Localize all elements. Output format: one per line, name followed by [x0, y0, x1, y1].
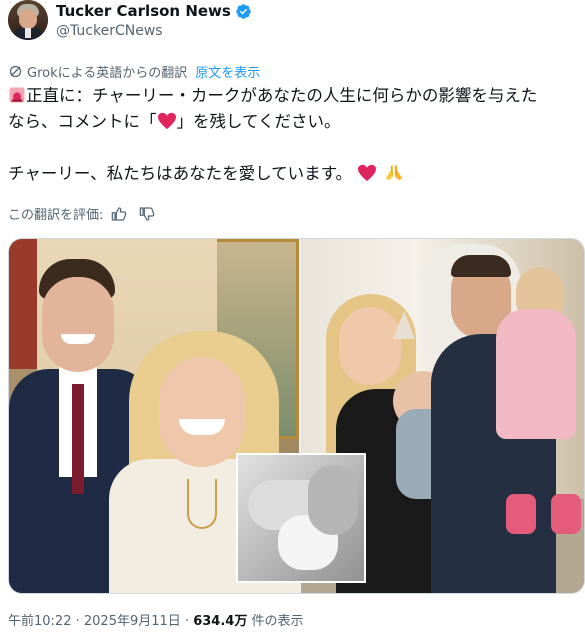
- views-count: 634.4万: [193, 614, 248, 629]
- tweet-line-1: 正直に：チャーリー・カークがあなたの人生に何らかの影響を与えた: [8, 83, 580, 109]
- translation-note: Grokによる英語からの翻訳: [27, 66, 188, 81]
- verified-badge-icon: [236, 3, 251, 19]
- tweet-date[interactable]: 2025年9月11日: [84, 614, 181, 629]
- rate-translation-row: この翻訳を評価:: [8, 204, 155, 223]
- photo-baby-hands[interactable]: [236, 453, 366, 583]
- thumbs-up-icon[interactable]: [111, 206, 127, 222]
- views-label: 件の表示: [251, 614, 304, 629]
- red-heart-icon: [358, 164, 377, 182]
- folded-hands-icon: [385, 163, 402, 181]
- tweet-line-1-text: 正直に：チャーリー・カークがあなたの人生に何らかの影響を与えた: [26, 86, 538, 105]
- tweet-line-2: なら、コメントに「 」を残してください。: [8, 109, 580, 135]
- tweet-header: Tucker Carlson News @TuckerCNews: [8, 0, 578, 46]
- tweet-line-2a: なら、コメントに「: [8, 112, 157, 131]
- thumbs-down-icon[interactable]: [139, 206, 155, 222]
- author-avatar[interactable]: [8, 0, 48, 40]
- tweet-text: 正直に：チャーリー・カークがあなたの人生に何らかの影響を与えた なら、コメントに…: [8, 83, 580, 187]
- author-name-row[interactable]: Tucker Carlson News: [56, 2, 252, 20]
- siren-icon: [9, 87, 25, 103]
- tweet-line-2b: 」を残してください。: [176, 112, 341, 131]
- show-original-link[interactable]: 原文を表示: [195, 62, 260, 81]
- translation-note-row: Grokによる英語からの翻訳 原文を表示: [8, 62, 260, 81]
- author-handle[interactable]: @TuckerCNews: [56, 23, 163, 39]
- author-display-name[interactable]: Tucker Carlson News: [56, 2, 231, 20]
- rate-translation-label: この翻訳を評価:: [8, 208, 104, 223]
- tweet-line-3: チャーリー、私たちはあなたを愛しています。: [8, 161, 580, 187]
- tweet-photo-collage[interactable]: [8, 238, 585, 594]
- red-heart-icon: [157, 112, 176, 130]
- tweet-line-3-text: チャーリー、私たちはあなたを愛しています。: [8, 164, 353, 183]
- tweet-time[interactable]: 午前10:22: [8, 614, 71, 629]
- tweet-meta: 午前10:22 · 2025年9月11日 · 634.4万 件の表示: [8, 614, 304, 629]
- grok-icon: [9, 65, 22, 78]
